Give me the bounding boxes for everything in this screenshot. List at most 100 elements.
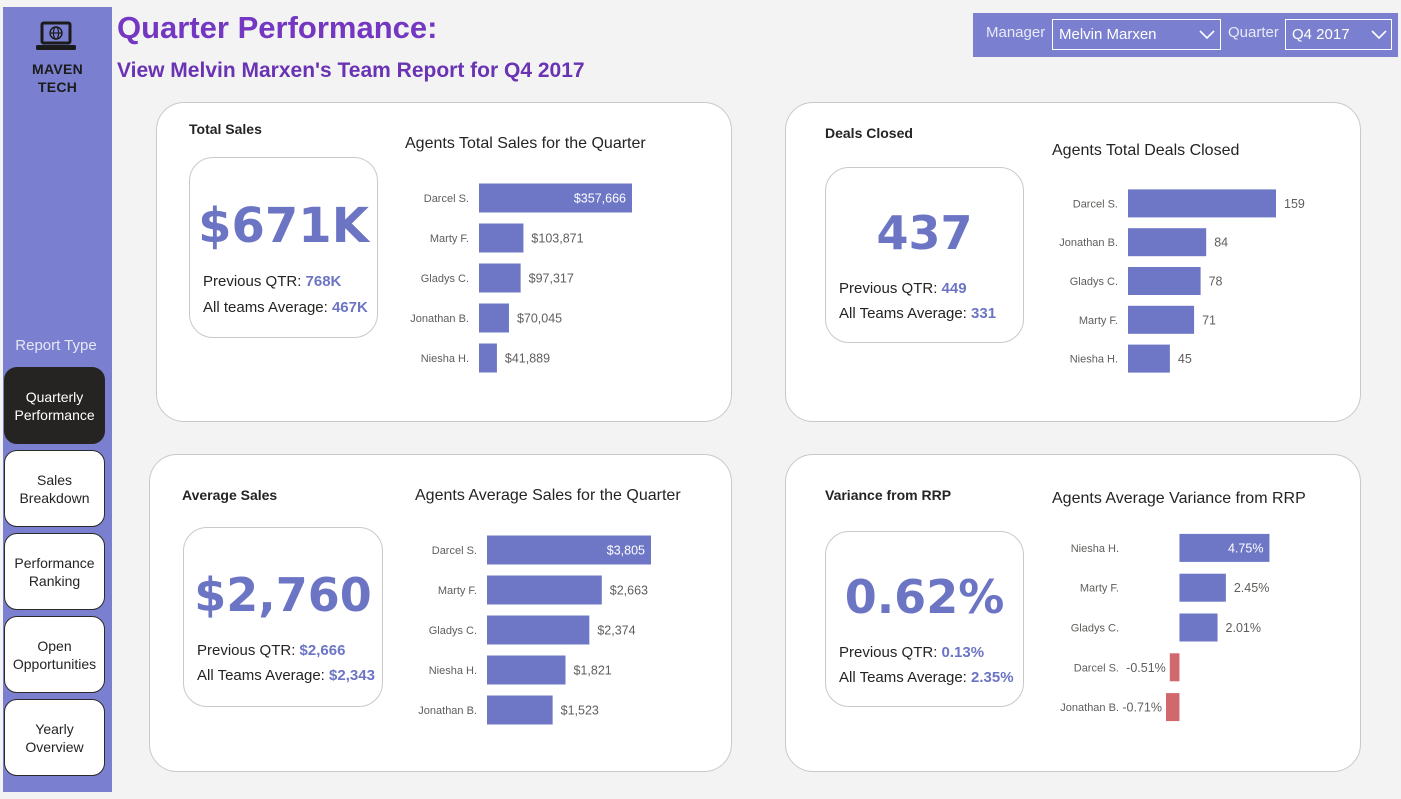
nav-label: Performance Ranking bbox=[14, 554, 95, 589]
bar-data-label: -0.71% bbox=[1122, 701, 1162, 715]
brand-line-1: MAVEN bbox=[31, 61, 84, 77]
page-subtitle: View Melvin Marxen's Team Report for Q4 … bbox=[117, 59, 585, 82]
report-type-label: Report Type bbox=[15, 337, 97, 354]
bar[interactable] bbox=[479, 263, 521, 293]
bar[interactable] bbox=[487, 615, 590, 645]
nav-performance-ranking[interactable]: Performance Ranking bbox=[4, 533, 105, 610]
manager-dropdown-value: Melvin Marxen bbox=[1059, 26, 1157, 43]
bar-category-label: Gladys C. bbox=[1070, 276, 1118, 288]
bar-data-label: 2.01% bbox=[1226, 621, 1261, 635]
bar-data-label: $41,889 bbox=[505, 352, 550, 366]
chart-title: Agents Average Sales for the Quarter bbox=[415, 487, 681, 504]
bar[interactable] bbox=[1128, 228, 1207, 257]
nav-open-opportunities[interactable]: Open Opportunities bbox=[4, 616, 105, 693]
chevron-down-icon bbox=[1199, 30, 1215, 40]
bar-category-label: Jonathan B. bbox=[1060, 702, 1119, 714]
bar-data-label: 4.75% bbox=[1228, 541, 1263, 555]
previous-qtr-line: Previous QTR: 449 bbox=[839, 280, 967, 297]
chart-title: Agents Total Sales for the Quarter bbox=[405, 135, 646, 152]
quarter-dropdown-value: Q4 2017 bbox=[1292, 26, 1350, 43]
bar-chart-svg: Darcel S. $3,805 Marty F. $2,663 Gladys C. $2… bbox=[418, 535, 651, 725]
card-title: Deals Closed bbox=[825, 125, 913, 141]
teams-average-label: All Teams Average: bbox=[839, 669, 967, 686]
card-title: Total Sales bbox=[189, 121, 262, 137]
bar[interactable] bbox=[1166, 693, 1180, 722]
bar[interactable] bbox=[1128, 305, 1195, 334]
laptop-globe-icon bbox=[36, 21, 76, 50]
bar-chart-svg: Darcel S. $357,666 Marty F. $103,871 Gladys … bbox=[410, 183, 632, 373]
average-sales-bar-chart: Darcel S. $3,805 Marty F. $2,663 Gladys C. $2… bbox=[405, 530, 705, 730]
previous-qtr-label: Previous QTR: bbox=[203, 273, 302, 290]
total-sales-card: Total Sales $671K Previous QTR: 768K All… bbox=[156, 102, 732, 422]
bar[interactable] bbox=[1169, 653, 1180, 682]
bar-data-label: $103,871 bbox=[531, 232, 583, 246]
teams-average-value: $2,343 bbox=[329, 667, 375, 684]
bar-data-label: 159 bbox=[1284, 197, 1305, 211]
kpi-value: 0.62% bbox=[844, 570, 1005, 624]
previous-qtr-line: Previous QTR: 768K bbox=[203, 273, 341, 290]
bar[interactable] bbox=[479, 343, 497, 373]
teams-average-line: All teams Average: 467K bbox=[203, 299, 368, 316]
manager-dropdown[interactable]: Melvin Marxen bbox=[1052, 19, 1221, 50]
nav-label: Quarterly Performance bbox=[14, 388, 95, 423]
nav-sales-breakdown[interactable]: Sales Breakdown bbox=[4, 450, 105, 527]
bar-category-label: Niesha H. bbox=[429, 665, 477, 677]
nav-label: Sales Breakdown bbox=[19, 471, 90, 506]
chart-title: Agents Average Variance from RRP bbox=[1052, 490, 1306, 507]
bar-data-label: 71 bbox=[1202, 313, 1216, 327]
bar[interactable] bbox=[487, 575, 602, 605]
bar-category-label: Gladys C. bbox=[421, 273, 469, 285]
bar[interactable] bbox=[487, 655, 566, 685]
bar-category-label: Gladys C. bbox=[429, 625, 477, 637]
bar[interactable] bbox=[1128, 189, 1276, 218]
card-title: Variance from RRP bbox=[825, 487, 952, 503]
previous-qtr-label: Previous QTR: bbox=[197, 642, 296, 659]
bar[interactable] bbox=[487, 695, 553, 725]
bar[interactable] bbox=[479, 303, 509, 333]
kpi-box: $671K Previous QTR: 768K All teams Avera… bbox=[189, 157, 378, 338]
kpi-box: $2,760 Previous QTR: $2,666 All Teams Av… bbox=[183, 527, 383, 707]
kpi-box: 437 Previous QTR: 449 All Teams Average:… bbox=[825, 167, 1024, 343]
kpi-box: 0.62% Previous QTR: 0.13% All Teams Aver… bbox=[825, 531, 1024, 707]
nav-yearly-overview[interactable]: Yearly Overview bbox=[4, 699, 105, 776]
teams-average-value: 2.35% bbox=[971, 669, 1014, 686]
bar[interactable] bbox=[1179, 573, 1226, 602]
kpi-value: $2,760 bbox=[194, 568, 372, 622]
average-sales-card: Average Sales $2,760 Previous QTR: $2,66… bbox=[149, 454, 732, 772]
sidebar: MAVEN TECH Report Type Quarterly Perform… bbox=[3, 7, 112, 792]
bar-category-label: Jonathan B. bbox=[1059, 237, 1118, 249]
nav-quarterly-performance[interactable]: Quarterly Performance bbox=[4, 367, 105, 444]
quarter-dropdown[interactable]: Q4 2017 bbox=[1285, 19, 1392, 50]
previous-qtr-value: 768K bbox=[305, 273, 342, 290]
kpi-value: $671K bbox=[198, 198, 369, 254]
filter-bar: Manager Melvin Marxen Quarter Q4 2017 bbox=[973, 13, 1398, 57]
bar-data-label: $3,805 bbox=[607, 544, 645, 558]
bar-category-label: Darcel S. bbox=[1074, 662, 1119, 674]
teams-average-label: All teams Average: bbox=[203, 299, 328, 316]
bar[interactable] bbox=[479, 223, 524, 253]
variance-rrp-bar-chart: Niesha H. 4.75% Marty F. 2.45% Gladys C. 2.01… bbox=[1041, 528, 1341, 727]
teams-average-label: All Teams Average: bbox=[197, 667, 325, 684]
bar-category-label: Darcel S. bbox=[1073, 198, 1118, 210]
teams-average-line: All Teams Average: 2.35% bbox=[839, 669, 1014, 686]
bar-data-label: $97,317 bbox=[529, 272, 574, 286]
bar-category-label: Marty F. bbox=[430, 233, 469, 245]
previous-qtr-value: 0.13% bbox=[941, 644, 985, 661]
bar-category-label: Niesha H. bbox=[1071, 543, 1119, 555]
bar[interactable] bbox=[1179, 613, 1218, 642]
bar-chart-svg: Darcel S. 159 Jonathan B. 84 Gladys C. 78 Mart… bbox=[1059, 189, 1305, 373]
teams-average-label: All Teams Average: bbox=[839, 305, 967, 322]
bar[interactable] bbox=[1128, 344, 1170, 373]
dashboard: MAVEN TECH Report Type Quarterly Perform… bbox=[0, 0, 1401, 799]
bar-data-label: -0.51% bbox=[1126, 661, 1166, 675]
teams-average-line: All Teams Average: $2,343 bbox=[197, 667, 375, 684]
bar[interactable] bbox=[1128, 267, 1201, 295]
previous-qtr-value: 449 bbox=[941, 280, 967, 297]
bar-data-label: 2.45% bbox=[1234, 581, 1269, 595]
bar-category-label: Marty F. bbox=[1080, 583, 1119, 595]
bar-data-label: 84 bbox=[1214, 236, 1228, 250]
bar-category-label: Jonathan B. bbox=[410, 313, 469, 325]
bar-category-label: Darcel S. bbox=[432, 545, 477, 557]
kpi-value: 437 bbox=[876, 206, 973, 260]
chart-title: Agents Total Deals Closed bbox=[1052, 142, 1240, 159]
